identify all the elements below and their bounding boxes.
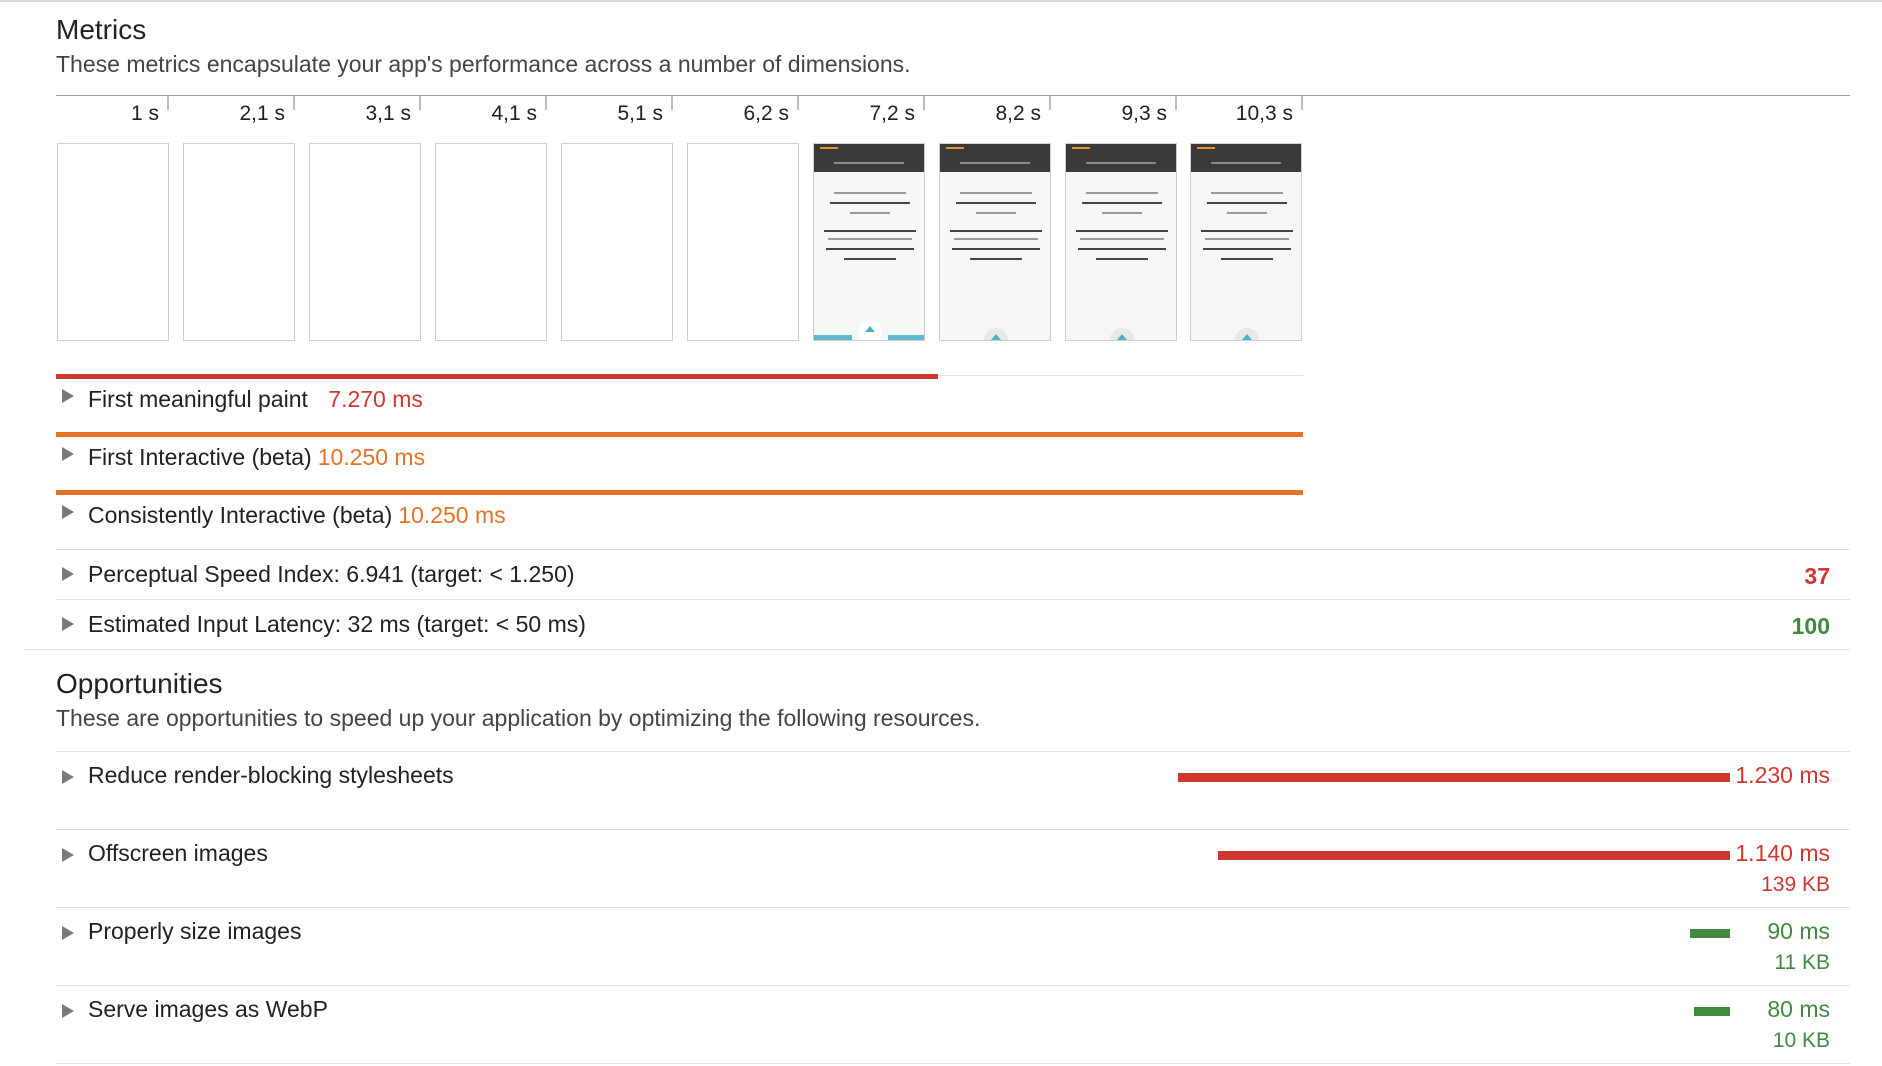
opportunity-size: 11 KB bbox=[1774, 951, 1830, 974]
metric-row-estimated-input-latency[interactable]: Estimated Input Latency: 32 ms (target: … bbox=[56, 600, 1850, 649]
filmstrip-frame-screenshot bbox=[939, 143, 1051, 341]
opportunity-row-render-blocking[interactable]: Reduce render-blocking stylesheets 1.230… bbox=[56, 752, 1850, 829]
opportunities-description: These are opportunities to speed up your… bbox=[56, 705, 981, 731]
opportunity-time: 1.230 ms bbox=[1735, 762, 1830, 788]
metric-value: 10.250 ms bbox=[317, 444, 426, 470]
timeline-label: 3,1 s bbox=[365, 102, 411, 125]
timeline-label: 10,3 s bbox=[1235, 102, 1293, 125]
metric-label: Perceptual Speed Index: 6.941 (target: <… bbox=[88, 561, 575, 587]
metric-row-first-interactive[interactable]: First Interactive (beta) 10.250 ms bbox=[56, 434, 1850, 490]
opportunity-row-serve-webp[interactable]: Serve images as WebP 80 ms 10 KB bbox=[56, 986, 1850, 1063]
opportunity-label: Properly size images bbox=[88, 918, 302, 944]
expand-arrow-icon[interactable] bbox=[62, 617, 74, 631]
filmstrip-frame-screenshot bbox=[1065, 143, 1177, 341]
filmstrip-frame-blank bbox=[57, 143, 169, 341]
opportunity-row-properly-size-images[interactable]: Properly size images 90 ms 11 KB bbox=[56, 908, 1850, 985]
opportunity-label: Serve images as WebP bbox=[88, 996, 328, 1022]
filmstrip-frame-blank bbox=[561, 143, 673, 341]
timeline-axis bbox=[56, 95, 1850, 96]
timeline-label: 1 s bbox=[130, 102, 159, 125]
expand-arrow-icon[interactable] bbox=[62, 770, 74, 784]
divider bbox=[56, 1063, 1850, 1064]
filmstrip-frame-screenshot bbox=[813, 143, 925, 341]
score-badge: 100 bbox=[1791, 613, 1830, 639]
metric-value: 10.250 ms bbox=[398, 502, 506, 528]
expand-arrow-icon[interactable] bbox=[62, 447, 74, 461]
metric-label: First Interactive (beta) bbox=[88, 444, 312, 470]
opportunity-label: Offscreen images bbox=[88, 840, 268, 866]
timeline-label: 5,1 s bbox=[617, 102, 663, 125]
filmstrip-frame-blank bbox=[183, 143, 295, 341]
opportunity-time: 90 ms bbox=[1767, 918, 1830, 944]
timeline-label: 9,3 s bbox=[1121, 102, 1167, 125]
opportunity-savings-bar bbox=[1690, 929, 1730, 938]
metric-label: Estimated Input Latency: 32 ms (target: … bbox=[88, 611, 586, 637]
metric-row-perceptual-speed-index[interactable]: Perceptual Speed Index: 6.941 (target: <… bbox=[56, 550, 1850, 599]
opportunity-savings-bar bbox=[1694, 1007, 1730, 1016]
top-divider bbox=[0, 0, 1882, 2]
expand-arrow-icon[interactable] bbox=[62, 1004, 74, 1018]
timeline-label: 8,2 s bbox=[995, 102, 1041, 125]
expand-arrow-icon[interactable] bbox=[62, 567, 74, 581]
timeline-label: 2,1 s bbox=[239, 102, 285, 125]
expand-arrow-icon[interactable] bbox=[62, 389, 74, 403]
timeline-label: 4,1 s bbox=[491, 102, 537, 125]
metric-label: First meaningful paint bbox=[88, 386, 308, 412]
opportunity-time: 1.140 ms bbox=[1735, 840, 1830, 866]
score-badge: 37 bbox=[1804, 563, 1830, 589]
opportunity-label: Reduce render-blocking stylesheets bbox=[88, 762, 454, 788]
expand-arrow-icon[interactable] bbox=[62, 926, 74, 940]
expand-arrow-icon[interactable] bbox=[62, 505, 74, 519]
section-divider bbox=[24, 649, 1850, 650]
timeline-tick bbox=[1301, 96, 1303, 110]
opportunity-savings-bar bbox=[1178, 773, 1730, 782]
filmstrip-frame-screenshot bbox=[1190, 143, 1302, 341]
filmstrip-frame-blank bbox=[309, 143, 421, 341]
metric-row-consistently-interactive[interactable]: Consistently Interactive (beta) 10.250 ms bbox=[56, 492, 1850, 548]
opportunity-size: 10 KB bbox=[1772, 1029, 1830, 1052]
timeline-label: 7,2 s bbox=[869, 102, 915, 125]
opportunity-time: 80 ms bbox=[1767, 996, 1830, 1022]
metrics-title: Metrics bbox=[56, 14, 147, 45]
metric-row-first-meaningful-paint[interactable]: First meaningful paint 7.270 ms bbox=[56, 376, 1850, 432]
opportunity-row-offscreen-images[interactable]: Offscreen images 1.140 ms 139 KB bbox=[56, 830, 1850, 907]
metric-label: Consistently Interactive (beta) bbox=[88, 502, 393, 528]
opportunity-size: 139 KB bbox=[1761, 873, 1830, 896]
metrics-description: These metrics encapsulate your app's per… bbox=[56, 51, 911, 77]
opportunities-title: Opportunities bbox=[56, 668, 223, 699]
metric-value: 7.270 ms bbox=[328, 386, 423, 412]
filmstrip-frame-blank bbox=[687, 143, 799, 341]
expand-arrow-icon[interactable] bbox=[62, 848, 74, 862]
filmstrip-frame-blank bbox=[435, 143, 547, 341]
timeline-label: 6,2 s bbox=[743, 102, 789, 125]
opportunity-savings-bar bbox=[1218, 851, 1730, 860]
